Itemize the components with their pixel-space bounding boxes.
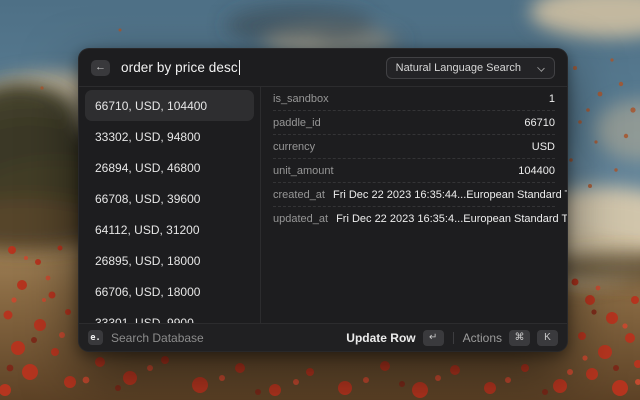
list-item[interactable]: 26894, USD, 46800 bbox=[85, 152, 254, 183]
detail-value: 66710 bbox=[524, 117, 555, 129]
divider bbox=[453, 332, 454, 344]
detail-key: unit_amount bbox=[273, 165, 334, 177]
command-key-icon: ⌘ bbox=[509, 330, 530, 346]
search-input[interactable]: order by price desc bbox=[121, 60, 240, 75]
search-query-text: order by price desc bbox=[121, 60, 238, 75]
detail-value: 104400 bbox=[518, 165, 555, 177]
actions-button[interactable]: Actions bbox=[463, 331, 502, 345]
detail-row: unit_amount 104400 bbox=[273, 158, 555, 182]
back-arrow-icon: ← bbox=[95, 62, 106, 73]
list-item[interactable]: 66708, USD, 39600 bbox=[85, 183, 254, 214]
detail-key: paddle_id bbox=[273, 117, 321, 129]
search-bar: ← order by price desc Natural Language S… bbox=[79, 49, 567, 87]
detail-row: is_sandbox 1 bbox=[273, 87, 555, 110]
update-row-button[interactable]: Update Row bbox=[346, 331, 415, 345]
detail-value: Fri Dec 22 2023 16:35:4...European Stand… bbox=[336, 213, 567, 225]
detail-row: updated_at Fri Dec 22 2023 16:35:4...Eur… bbox=[273, 206, 555, 230]
detail-value: Fri Dec 22 2023 16:35:44...European Stan… bbox=[333, 189, 567, 201]
results-list: 66710, USD, 104400 33302, USD, 94800 268… bbox=[79, 87, 261, 323]
k-key-icon: K bbox=[537, 330, 558, 346]
raycast-window: ← order by price desc Natural Language S… bbox=[78, 48, 568, 352]
detail-key: currency bbox=[273, 141, 315, 153]
action-bar: e. Search Database Update Row ↵ Actions … bbox=[79, 323, 567, 351]
detail-panel: is_sandbox 1 paddle_id 66710 currency US… bbox=[261, 87, 567, 323]
desktop: ← order by price desc Natural Language S… bbox=[0, 0, 640, 400]
detail-key: is_sandbox bbox=[273, 93, 329, 105]
enter-key-icon: ↵ bbox=[423, 330, 444, 346]
footer-search-input[interactable]: Search Database bbox=[111, 331, 204, 345]
detail-key: created_at bbox=[273, 189, 325, 201]
text-caret bbox=[239, 60, 241, 75]
list-item[interactable]: 66706, USD, 18000 bbox=[85, 276, 254, 307]
list-item[interactable]: 26895, USD, 18000 bbox=[85, 245, 254, 276]
detail-value: USD bbox=[532, 141, 555, 153]
list-item[interactable]: 66710, USD, 104400 bbox=[85, 90, 254, 121]
detail-row: paddle_id 66710 bbox=[273, 110, 555, 134]
search-mode-dropdown[interactable]: Natural Language Search bbox=[386, 57, 555, 79]
detail-row: currency USD bbox=[273, 134, 555, 158]
content-split: 66710, USD, 104400 33302, USD, 94800 268… bbox=[79, 87, 567, 323]
detail-row: created_at Fri Dec 22 2023 16:35:44...Eu… bbox=[273, 182, 555, 206]
back-button[interactable]: ← bbox=[91, 60, 110, 76]
detail-value: 1 bbox=[549, 93, 555, 105]
list-item[interactable]: 33301, USD, 9900 bbox=[85, 307, 254, 323]
footer-actions: Update Row ↵ Actions ⌘ K bbox=[346, 330, 558, 346]
chevron-down-icon bbox=[537, 63, 545, 71]
list-item[interactable]: 64112, USD, 31200 bbox=[85, 214, 254, 245]
detail-key: updated_at bbox=[273, 213, 328, 225]
list-item[interactable]: 33302, USD, 94800 bbox=[85, 121, 254, 152]
extension-icon: e. bbox=[88, 330, 103, 345]
search-mode-label: Natural Language Search bbox=[396, 62, 521, 74]
